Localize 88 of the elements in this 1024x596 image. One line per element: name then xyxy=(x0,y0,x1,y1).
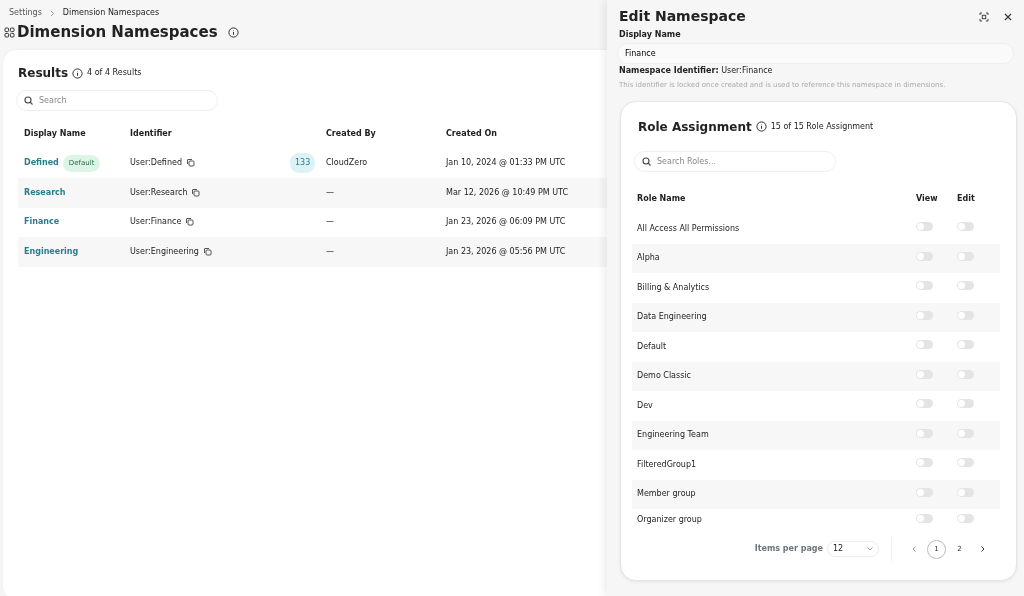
search-icon xyxy=(24,96,33,105)
toggle-switch[interactable] xyxy=(957,251,974,261)
namespace-identifier: Namespace Identifier: User:Finance xyxy=(619,66,773,75)
table-cell: User:Research xyxy=(130,186,188,199)
role-name: Alpha xyxy=(637,252,661,265)
items-per-page-select[interactable]: 12 xyxy=(827,541,879,557)
search-field[interactable]: Search Roles... xyxy=(634,150,836,172)
toggle-switch[interactable] xyxy=(957,487,974,497)
close-icon[interactable] xyxy=(1004,12,1012,21)
display-name-field[interactable]: Finance xyxy=(617,43,1014,64)
toggle-switch[interactable] xyxy=(916,487,933,497)
role-name: Engineering Team xyxy=(637,429,710,442)
column-header: View xyxy=(916,193,939,206)
table-cell-text: Mar 12, 2026 @ 10:49 PM UTC xyxy=(446,186,570,199)
items-per-page-label: Items per page xyxy=(754,543,823,555)
role-name: All Access All Permissions xyxy=(637,222,741,235)
copy-icon[interactable] xyxy=(185,217,196,228)
chevron-right-icon xyxy=(49,9,55,17)
info-icon xyxy=(755,121,767,132)
table-cell-text: — xyxy=(326,216,335,229)
toggle-switch[interactable] xyxy=(916,310,933,320)
role-name: Dev xyxy=(637,399,654,412)
info-icon xyxy=(72,67,84,79)
toggle-switch[interactable] xyxy=(957,428,974,438)
chevron-right-icon xyxy=(980,545,985,552)
chevron-left-icon xyxy=(911,545,916,552)
panel-title: Edit Namespace xyxy=(619,7,746,26)
table-cell-text: — xyxy=(326,186,335,199)
expand-icon[interactable] xyxy=(979,11,989,22)
toggle-switch[interactable] xyxy=(957,369,974,379)
toggle-switch[interactable] xyxy=(916,399,933,409)
info-icon xyxy=(227,26,239,38)
search-icon xyxy=(642,156,651,166)
search-field[interactable]: Search xyxy=(16,90,218,111)
role-name: Member group xyxy=(637,488,697,501)
column-header: Created On xyxy=(446,127,498,140)
chevron-down-icon xyxy=(867,547,873,551)
table-cell-text: Jan 10, 2024 @ 01:33 PM UTC xyxy=(446,157,567,170)
role-assignment-title: Role Assignment xyxy=(638,118,752,136)
column-header: Edit xyxy=(957,193,976,206)
field-label: Display Name xyxy=(619,29,682,41)
breadcrumb-link[interactable]: Settings xyxy=(9,7,42,19)
namespace-link[interactable]: Engineering xyxy=(24,245,79,258)
toggle-switch[interactable] xyxy=(916,340,933,350)
results-title: Results xyxy=(18,65,69,82)
table-cell-text: Jan 23, 2026 @ 06:09 PM UTC xyxy=(446,216,567,229)
toggle-switch[interactable] xyxy=(916,251,933,261)
copy-icon[interactable] xyxy=(202,246,213,257)
table-cell-text: CloudZero xyxy=(326,157,369,170)
table-cell-text: — xyxy=(326,245,335,258)
toggle-switch[interactable] xyxy=(957,281,974,291)
breadcrumb-current: Dimension Namespaces xyxy=(62,7,160,19)
toggle-switch[interactable] xyxy=(916,369,933,379)
namespace-link[interactable]: Research xyxy=(24,186,66,199)
count-badge: 133 xyxy=(290,153,316,174)
column-header: Created By xyxy=(326,127,377,140)
toggle-switch[interactable] xyxy=(916,458,933,468)
role-name: FilteredGroup1 xyxy=(637,458,698,471)
role-name: Default xyxy=(637,340,668,353)
toggle-switch[interactable] xyxy=(957,310,974,320)
table-cell: User:Engineering xyxy=(130,245,199,258)
table-cell: User:Defined xyxy=(130,157,182,170)
toggle-switch[interactable] xyxy=(957,222,974,232)
role-name: Data Engineering xyxy=(637,311,708,324)
toggle-switch[interactable] xyxy=(916,513,933,523)
toggle-switch[interactable] xyxy=(916,428,933,438)
results-count: 4 of 4 Results xyxy=(87,67,142,79)
column-header: Identifier xyxy=(130,127,173,140)
page-title: Dimension Namespaces xyxy=(17,21,218,43)
grid-icon xyxy=(4,26,15,38)
copy-icon[interactable] xyxy=(186,158,196,169)
toggle-switch[interactable] xyxy=(957,340,974,350)
toggle-switch[interactable] xyxy=(916,281,933,291)
table-cell-text: Jan 23, 2026 @ 05:56 PM UTC xyxy=(446,245,567,258)
column-header: Display Name xyxy=(24,127,87,140)
table-cell: User:Finance xyxy=(130,216,182,229)
role-name: Billing & Analytics xyxy=(637,281,711,294)
role-count: 15 of 15 Role Assignment xyxy=(770,120,874,133)
column-header: Role Name xyxy=(637,193,687,206)
toggle-switch[interactable] xyxy=(916,222,933,232)
role-name: Organizer group xyxy=(637,514,703,526)
toggle-switch[interactable] xyxy=(957,399,974,409)
role-name: Demo Classic xyxy=(637,370,692,383)
toggle-switch[interactable] xyxy=(957,513,974,523)
toggle-switch[interactable] xyxy=(957,458,974,468)
copy-icon[interactable] xyxy=(191,187,202,198)
namespace-link[interactable]: Defined xyxy=(24,157,59,170)
namespace-link[interactable]: Finance xyxy=(24,216,60,229)
